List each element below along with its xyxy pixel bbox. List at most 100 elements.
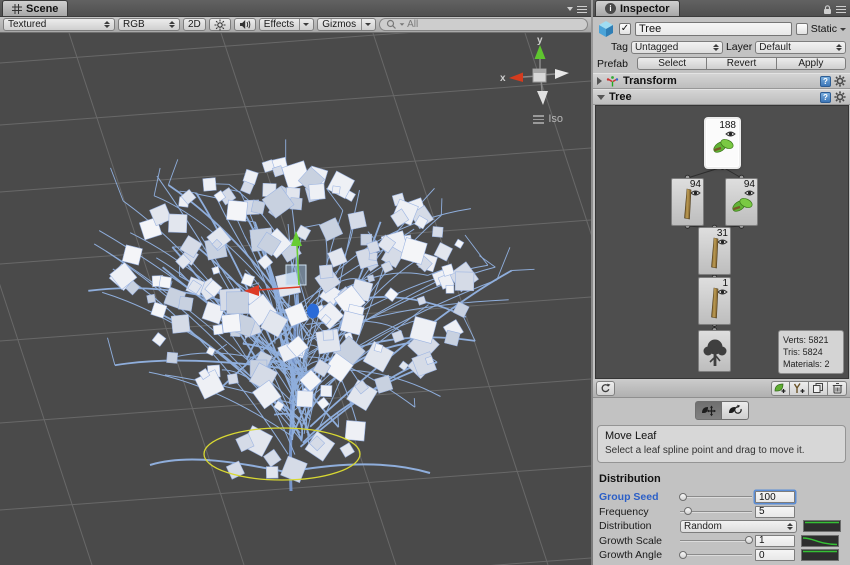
scene-search-input[interactable]: All bbox=[379, 18, 588, 31]
prefab-label: Prefab bbox=[597, 58, 637, 70]
delete-node-button[interactable] bbox=[828, 381, 847, 396]
growth-scale-curve-field[interactable] bbox=[801, 535, 839, 547]
node-branch-group-1[interactable]: 1 bbox=[698, 277, 731, 325]
tree-node-editor[interactable]: 188 94 bbox=[595, 105, 849, 379]
draw-mode-dropdown[interactable]: Textured bbox=[3, 18, 115, 31]
leaf-node-icon bbox=[711, 133, 735, 157]
gizmos-arrow[interactable] bbox=[361, 19, 371, 30]
node-tree-root[interactable] bbox=[698, 330, 731, 372]
node-leaf-group-94[interactable]: 94 bbox=[725, 178, 758, 226]
tag-dropdown[interactable]: Untagged bbox=[631, 41, 723, 54]
audio-toggle-button[interactable] bbox=[234, 18, 256, 31]
tree-title: Tree bbox=[609, 91, 632, 103]
tab-inspector[interactable]: i Inspector bbox=[595, 0, 680, 16]
gizmo-down-axis[interactable] bbox=[537, 91, 548, 105]
foldout-collapsed-icon[interactable] bbox=[597, 77, 602, 85]
effects-arrow[interactable] bbox=[299, 19, 309, 30]
inspector-menu-icon[interactable] bbox=[836, 4, 846, 15]
growth-scale-field[interactable]: 1 bbox=[755, 535, 795, 547]
tree-editor-toolbar bbox=[593, 379, 850, 398]
inspector-icon: i bbox=[605, 3, 616, 14]
projection-label[interactable]: Iso bbox=[533, 113, 563, 126]
trash-icon bbox=[832, 382, 843, 394]
distribution-dropdown[interactable]: Random bbox=[680, 520, 797, 533]
duplicate-node-button[interactable] bbox=[809, 381, 828, 396]
gizmo-x-label: x bbox=[500, 73, 506, 84]
layer-dropdown[interactable]: Default bbox=[755, 41, 846, 54]
group-seed-label: Group Seed bbox=[599, 491, 677, 503]
pane-menu-icon[interactable] bbox=[577, 4, 587, 15]
render-mode-dropdown[interactable]: RGB bbox=[118, 18, 180, 31]
gameobject-name-field[interactable]: Tree bbox=[635, 22, 792, 36]
lighting-toggle-button[interactable] bbox=[209, 18, 231, 31]
prefab-revert-button[interactable]: Revert bbox=[707, 57, 776, 70]
gizmos-dropdown[interactable]: Gizmos bbox=[317, 18, 376, 31]
growth-scale-slider[interactable] bbox=[680, 535, 752, 547]
scene-toolbar: Textured RGB 2D bbox=[0, 17, 591, 33]
add-leaf-icon bbox=[774, 382, 787, 394]
2d-toggle-button[interactable]: 2D bbox=[183, 18, 206, 31]
tab-scene[interactable]: Scene bbox=[2, 0, 68, 16]
prefab-apply-button[interactable]: Apply bbox=[777, 57, 846, 70]
pane-dropdown-icon[interactable] bbox=[567, 7, 573, 11]
refresh-icon bbox=[600, 383, 611, 394]
active-checkbox[interactable]: ✓ bbox=[619, 23, 631, 35]
growth-scale-label: Growth Scale bbox=[599, 535, 677, 547]
add-leaf-group-button[interactable] bbox=[771, 381, 790, 396]
move-leaf-tool-button[interactable] bbox=[695, 401, 722, 420]
group-seed-field[interactable]: 100 bbox=[755, 491, 795, 503]
growth-angle-curve-field[interactable] bbox=[801, 549, 839, 561]
refresh-button[interactable] bbox=[596, 381, 615, 396]
inspector-tabstrip: i Inspector bbox=[593, 0, 850, 17]
scene-viewport[interactable]: y x Iso bbox=[0, 33, 591, 565]
leaf-tool-toggles bbox=[593, 398, 850, 423]
prefab-select-button[interactable]: Select bbox=[637, 57, 707, 70]
scene-panel: Scene Textured RGB 2D bbox=[0, 0, 591, 565]
tool-help-box: Move Leaf Select a leaf spline point and… bbox=[597, 425, 846, 463]
static-dropdown-arrow[interactable] bbox=[840, 28, 846, 31]
frequency-label: Frequency bbox=[599, 506, 677, 518]
branch-node-icon bbox=[708, 236, 722, 270]
tag-label: Tag bbox=[611, 41, 628, 53]
inspector-panel: i Inspector ✓ Tree bbox=[593, 0, 850, 565]
tool-help-description: Select a leaf spline point and drag to m… bbox=[605, 445, 838, 456]
gear-icon[interactable] bbox=[834, 75, 846, 87]
rotate-leaf-icon bbox=[727, 404, 743, 417]
leaf-node-icon bbox=[730, 192, 754, 216]
gizmo-y-label: y bbox=[537, 35, 543, 46]
gear-icon[interactable] bbox=[834, 91, 846, 103]
gizmo-y-axis[interactable] bbox=[535, 45, 546, 59]
distribution-curve-field[interactable] bbox=[803, 520, 841, 532]
help-icon[interactable]: ? bbox=[820, 76, 831, 87]
static-checkbox[interactable] bbox=[796, 23, 808, 35]
add-branch-group-button[interactable] bbox=[790, 381, 809, 396]
tool-help-title: Move Leaf bbox=[605, 430, 838, 442]
orientation-gizmo[interactable]: y x bbox=[493, 33, 583, 111]
lock-icon[interactable] bbox=[823, 5, 832, 15]
search-value: All bbox=[407, 19, 418, 30]
frequency-slider[interactable] bbox=[680, 506, 752, 518]
group-seed-slider[interactable] bbox=[680, 491, 752, 503]
distribution-section: Distribution Group Seed 100 Frequency 5 … bbox=[593, 467, 850, 563]
component-tree-header[interactable]: Tree ? bbox=[593, 89, 850, 105]
dropdown-arrows-icon bbox=[104, 21, 110, 28]
node-leaf-group-188[interactable]: 188 bbox=[706, 119, 739, 167]
distribution-label: Distribution bbox=[599, 520, 677, 532]
node-branch-group-94[interactable]: 94 bbox=[671, 178, 704, 226]
branch-node-icon bbox=[681, 187, 695, 221]
gizmo-x-axis[interactable] bbox=[509, 73, 523, 83]
search-icon bbox=[386, 19, 397, 30]
speaker-icon bbox=[239, 19, 251, 30]
scene-3d-view[interactable] bbox=[0, 33, 591, 565]
node-branch-group-31[interactable]: 31 bbox=[698, 227, 731, 275]
growth-angle-slider[interactable] bbox=[680, 549, 752, 561]
component-transform-header[interactable]: Transform ? bbox=[593, 73, 850, 89]
foldout-expanded-icon[interactable] bbox=[597, 95, 605, 100]
frequency-field[interactable]: 5 bbox=[755, 506, 795, 518]
search-filter-arrow[interactable] bbox=[400, 23, 405, 25]
help-icon[interactable]: ? bbox=[820, 92, 831, 103]
gizmo-z-axis[interactable] bbox=[555, 69, 569, 79]
rotate-leaf-tool-button[interactable] bbox=[722, 401, 749, 420]
growth-angle-field[interactable]: 0 bbox=[755, 549, 795, 561]
effects-dropdown[interactable]: Effects bbox=[259, 18, 314, 31]
